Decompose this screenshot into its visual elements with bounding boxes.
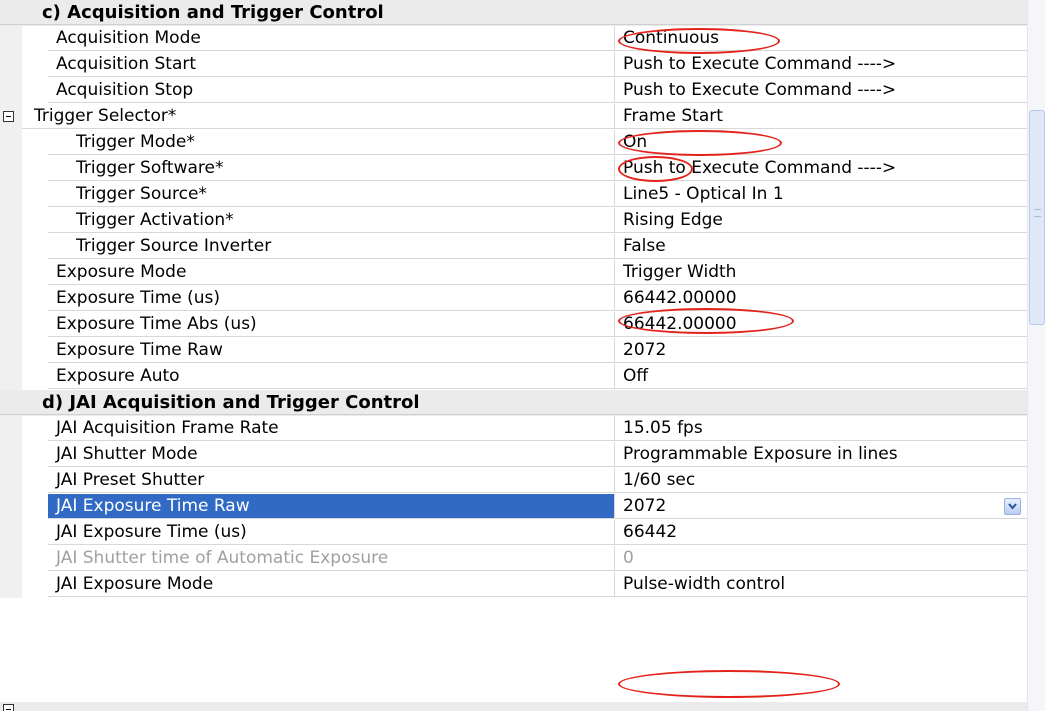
property-value[interactable]: 66442	[615, 520, 1027, 545]
collapse-icon[interactable]	[3, 111, 14, 122]
property-row-trigger-source-inverter[interactable]: Trigger Source Inverter False	[0, 234, 1027, 260]
row-gutter	[0, 338, 22, 364]
property-value[interactable]: Push to Execute Command ---->	[615, 52, 1027, 77]
row-gutter	[0, 156, 22, 182]
property-row-trigger-mode[interactable]: Trigger Mode* On	[0, 130, 1027, 156]
property-row-jai-shutter-mode[interactable]: JAI Shutter Mode Programmable Exposure i…	[0, 442, 1027, 468]
property-row-trigger-source[interactable]: Trigger Source* Line5 - Optical In 1	[0, 182, 1027, 208]
row-gutter	[0, 182, 22, 208]
row-gutter	[0, 234, 22, 260]
property-grid: c) Acquisition and Trigger Control Acqui…	[0, 0, 1045, 711]
scrollbar-thumb[interactable]	[1029, 110, 1045, 325]
row-gutter	[0, 572, 22, 598]
property-row-jai-frame-rate[interactable]: JAI Acquisition Frame Rate 15.05 fps	[0, 416, 1027, 442]
property-name: JAI Exposure Mode	[48, 572, 615, 597]
row-gutter	[0, 208, 22, 234]
property-value[interactable]: Pulse-width control	[615, 572, 1027, 597]
property-row-acquisition-mode[interactable]: Acquisition Mode Continuous	[0, 26, 1027, 52]
row-gutter	[0, 52, 22, 78]
row-gutter	[0, 286, 22, 312]
property-value[interactable]: Rising Edge	[615, 208, 1027, 233]
highlight-ellipse	[618, 670, 840, 698]
property-row-exposure-time[interactable]: Exposure Time (us) 66442.00000	[0, 286, 1027, 312]
property-name: Trigger Source Inverter	[48, 234, 615, 259]
property-row-jai-shutter-auto: JAI Shutter time of Automatic Exposure 0	[0, 546, 1027, 572]
property-name: Exposure Mode	[48, 260, 615, 285]
property-row-acquisition-start[interactable]: Acquisition Start Push to Execute Comman…	[0, 52, 1027, 78]
category-jai-acquisition-trigger-control[interactable]: d) JAI Acquisition and Trigger Control	[0, 390, 1027, 416]
property-value[interactable]: Off	[615, 364, 1027, 389]
row-gutter	[0, 364, 22, 390]
property-name: Exposure Time (us)	[48, 286, 615, 311]
property-value[interactable]: 66442.00000	[615, 312, 1027, 337]
property-value[interactable]: False	[615, 234, 1027, 259]
row-gutter	[0, 520, 22, 546]
property-value[interactable]: Frame Start	[615, 104, 1027, 129]
dropdown-button[interactable]	[1004, 498, 1021, 515]
property-name: Exposure Time Abs (us)	[48, 312, 615, 337]
property-name: Trigger Activation*	[48, 208, 615, 233]
property-name: JAI Acquisition Frame Rate	[48, 416, 615, 441]
property-row-exposure-time-abs[interactable]: Exposure Time Abs (us) 66442.00000	[0, 312, 1027, 338]
property-value[interactable]: Programmable Exposure in lines	[615, 442, 1027, 467]
category-label: c) Acquisition and Trigger Control	[0, 0, 1027, 25]
property-value[interactable]: Push to Execute Command ---->	[615, 156, 1027, 181]
property-value[interactable]: 1/60 sec	[615, 468, 1027, 493]
category-label: d) JAI Acquisition and Trigger Control	[0, 390, 1027, 415]
property-value[interactable]: 2072	[615, 338, 1027, 363]
vertical-scrollbar[interactable]	[1027, 0, 1045, 711]
property-row-trigger-software[interactable]: Trigger Software* Push to Execute Comman…	[0, 156, 1027, 182]
property-row-trigger-selector[interactable]: Trigger Selector* Frame Start	[0, 104, 1027, 130]
row-gutter	[0, 416, 22, 442]
property-name: JAI Preset Shutter	[48, 468, 615, 493]
property-value[interactable]: Push to Execute Command ---->	[615, 78, 1027, 103]
property-row-jai-exposure-time-raw[interactable]: JAI Exposure Time Raw 2072	[0, 494, 1027, 520]
property-name: JAI Shutter Mode	[48, 442, 615, 467]
category-acquisition-trigger-control[interactable]: c) Acquisition and Trigger Control	[0, 0, 1027, 26]
property-row-jai-exposure-mode[interactable]: JAI Exposure Mode Pulse-width control	[0, 572, 1027, 598]
property-row-exposure-mode[interactable]: Exposure Mode Trigger Width	[0, 260, 1027, 286]
row-gutter	[0, 130, 22, 156]
property-row-acquisition-stop[interactable]: Acquisition Stop Push to Execute Command…	[0, 78, 1027, 104]
property-name: Acquisition Stop	[48, 78, 615, 103]
property-value[interactable]: 15.05 fps	[615, 416, 1027, 441]
property-row-jai-preset-shutter[interactable]: JAI Preset Shutter 1/60 sec	[0, 468, 1027, 494]
property-name: JAI Exposure Time (us)	[48, 520, 615, 545]
property-name: Trigger Software*	[48, 156, 615, 181]
property-value[interactable]: 66442.00000	[615, 286, 1027, 311]
row-gutter	[0, 546, 22, 572]
row-gutter	[0, 494, 22, 520]
row-gutter	[0, 468, 22, 494]
property-row-exposure-time-raw[interactable]: Exposure Time Raw 2072	[0, 338, 1027, 364]
property-name: Acquisition Mode	[48, 26, 615, 51]
property-name: JAI Exposure Time Raw	[48, 494, 615, 519]
property-name: Acquisition Start	[48, 52, 615, 77]
property-name: Trigger Mode*	[48, 130, 615, 155]
property-value: 0	[615, 546, 1027, 571]
collapse-icon[interactable]	[3, 704, 14, 711]
category-analog-control[interactable]	[0, 702, 1027, 711]
property-value[interactable]: Trigger Width	[615, 260, 1027, 285]
row-gutter	[0, 442, 22, 468]
property-name: Exposure Time Raw	[48, 338, 615, 363]
property-name: Trigger Source*	[48, 182, 615, 207]
property-value[interactable]: On	[615, 130, 1027, 155]
property-row-exposure-auto[interactable]: Exposure Auto Off	[0, 364, 1027, 390]
property-name: Exposure Auto	[48, 364, 615, 389]
chevron-down-icon	[1008, 503, 1017, 510]
scrollbar-grip-icon	[1034, 209, 1041, 217]
property-value[interactable]: 2072	[615, 494, 1027, 519]
row-gutter	[0, 78, 22, 104]
row-gutter	[0, 260, 22, 286]
property-row-trigger-activation[interactable]: Trigger Activation* Rising Edge	[0, 208, 1027, 234]
row-gutter	[0, 312, 22, 338]
property-value[interactable]: Line5 - Optical In 1	[615, 182, 1027, 207]
property-value[interactable]: Continuous	[615, 26, 1027, 51]
row-gutter	[0, 26, 22, 52]
property-name: Trigger Selector*	[22, 104, 615, 129]
property-row-jai-exposure-time-us[interactable]: JAI Exposure Time (us) 66442	[0, 520, 1027, 546]
property-name: JAI Shutter time of Automatic Exposure	[48, 546, 615, 571]
